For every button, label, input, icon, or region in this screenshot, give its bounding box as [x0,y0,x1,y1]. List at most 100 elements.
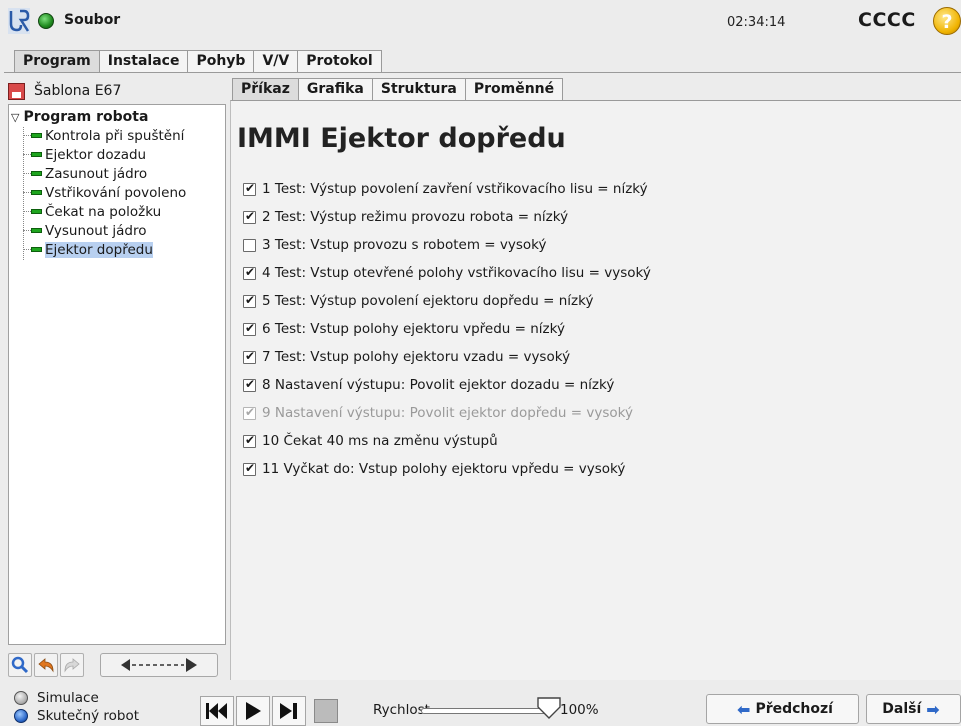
check-label: 9 Nastavení výstupu: Povolit ejektor dop… [262,405,633,421]
check-row-5[interactable]: 5 Test: Výstup povolení ejektoru dopředu… [243,291,593,311]
move-node-button[interactable] [100,653,218,677]
check-row-3[interactable]: 3 Test: Vstup provozu s robotem = vysoký [243,235,546,255]
checkbox[interactable] [243,349,256,364]
speed-slider[interactable] [421,708,551,714]
main-tabs: Program Instalace Pohyb V/V Protokol [14,50,382,72]
tab-command[interactable]: Příkaz [232,78,299,100]
simulation-radio[interactable] [14,691,28,705]
check-label: 1 Test: Výstup povolení zavření vstřikov… [262,181,648,197]
command-icon [31,152,42,157]
check-row-6[interactable]: 6 Test: Vstup polohy ejektoru vpředu = n… [243,319,565,339]
check-row-7[interactable]: 7 Test: Vstup polohy ejektoru vzadu = vy… [243,347,570,367]
checkbox[interactable] [243,461,256,476]
move-arrows-icon [121,658,197,672]
command-icon [31,171,42,176]
tree-item-label: Ejektor dozadu [45,146,147,163]
checkbox[interactable] [243,238,256,252]
checkbox[interactable] [243,405,256,420]
program-title: Šablona E67 [8,80,220,102]
clock: 02:34:14 [727,15,786,30]
speed-value: 100% [560,702,599,718]
real-robot-radio[interactable] [14,709,28,723]
tree-toolbar [8,650,226,680]
check-row-10[interactable]: 10 Čekat 40 ms na změnu výstupů [243,431,498,451]
skip-to-start-button[interactable] [200,696,234,726]
stop-button[interactable] [314,699,338,723]
tree-item[interactable]: Kontrola při spuštění [23,126,184,145]
tree-root[interactable]: ▽ Program robota [11,109,148,125]
program-tree[interactable]: ▽ Program robota Kontrola při spuštění E… [8,104,226,645]
checkbox[interactable] [243,293,256,308]
checkbox[interactable] [243,377,256,392]
tree-item[interactable]: Čekat na položku [23,202,161,221]
previous-button[interactable]: ⬅ Předchozí [706,694,859,724]
command-icon [31,228,42,233]
check-label: 6 Test: Vstup polohy ejektoru vpředu = n… [262,321,565,337]
check-row-2[interactable]: 2 Test: Výstup režimu provozu robota = n… [243,207,568,227]
playback-controls [200,696,340,726]
tab-variables[interactable]: Proměnné [464,78,564,100]
tree-item-label: Čekat na položku [45,203,162,220]
redo-icon [64,658,80,673]
check-label: 8 Nastavení výstupu: Povolit ejektor doz… [262,377,615,393]
checkbox[interactable] [243,209,256,224]
next-button[interactable]: Další ➡ [866,694,961,724]
program-name: Šablona E67 [34,83,122,99]
command-icon [31,247,42,252]
arrow-right-icon: ➡ [926,699,940,719]
play-button[interactable] [236,696,270,726]
redo-button[interactable] [60,653,84,677]
check-label: 3 Test: Vstup provozu s robotem = vysoký [262,237,547,253]
tab-structure[interactable]: Struktura [371,78,466,100]
step-button[interactable] [272,696,306,726]
checkbox[interactable] [243,433,256,448]
check-row-11[interactable]: 11 Vyčkat do: Vstup polohy ejektoru vpře… [243,459,625,479]
check-label: 5 Test: Výstup povolení ejektoru dopředu… [262,293,594,309]
command-icon [31,133,42,138]
tree-item-selected[interactable]: Ejektor dopředu [23,240,153,259]
next-label: Další [882,701,922,717]
tree-item-label: Zasunout jádro [45,165,148,182]
arrow-left-icon: ⬅ [737,699,751,719]
undo-button[interactable] [34,653,58,677]
tab-graphics[interactable]: Grafika [297,78,373,100]
file-menu[interactable]: Soubor [64,12,120,28]
checkbox[interactable] [243,321,256,336]
command-icon [31,209,42,214]
file-status-icon[interactable] [38,13,54,29]
tab-log[interactable]: Protokol [297,50,382,72]
checkbox[interactable] [243,181,256,196]
check-label: 10 Čekat 40 ms na změnu výstupů [262,433,498,449]
tree-item-label: Vysunout jádro [45,222,147,239]
ur-logo-icon [8,8,30,34]
check-row-1[interactable]: 1 Test: Výstup povolení zavření vstřikov… [243,179,648,199]
check-label: 4 Test: Vstup otevřené polohy vstřikovac… [262,265,651,281]
tab-installation[interactable]: Instalace [98,50,189,72]
real-robot-label: Skutečný robot [37,708,140,724]
tab-io[interactable]: V/V [253,50,299,72]
tab-move[interactable]: Pohyb [187,50,255,72]
check-row-8[interactable]: 8 Nastavení výstupu: Povolit ejektor doz… [243,375,614,395]
tree-item-label: Vstřikování povoleno [45,184,187,201]
expand-triangle-icon[interactable]: ▽ [11,111,19,124]
search-icon [11,656,29,674]
tree-item[interactable]: Ejektor dozadu [23,145,146,164]
speed-slider-thumb[interactable] [537,697,561,719]
tree-item[interactable]: Vstřikování povoleno [23,183,186,202]
help-icon[interactable]: ? [933,7,961,35]
tree-item[interactable]: Vysunout jádro [23,221,147,240]
tab-program[interactable]: Program [14,50,100,72]
program-file-icon [8,82,25,100]
tree-root-label: Program robota [23,109,149,125]
sub-tabs: Příkaz Grafika Struktura Proměnné [232,78,564,100]
check-row-9[interactable]: 9 Nastavení výstupu: Povolit ejektor dop… [243,403,633,423]
tree-item[interactable]: Zasunout jádro [23,164,147,183]
checkbox[interactable] [243,265,256,280]
simulation-option[interactable]: Simulace [14,689,99,707]
real-robot-option[interactable]: Skutečný robot [14,707,139,725]
search-button[interactable] [8,653,32,677]
check-row-4[interactable]: 4 Test: Vstup otevřené polohy vstřikovac… [243,263,651,283]
node-title: IMMI Ejektor dopředu [237,123,566,154]
simulation-label: Simulace [37,690,99,706]
undo-icon [38,658,54,673]
